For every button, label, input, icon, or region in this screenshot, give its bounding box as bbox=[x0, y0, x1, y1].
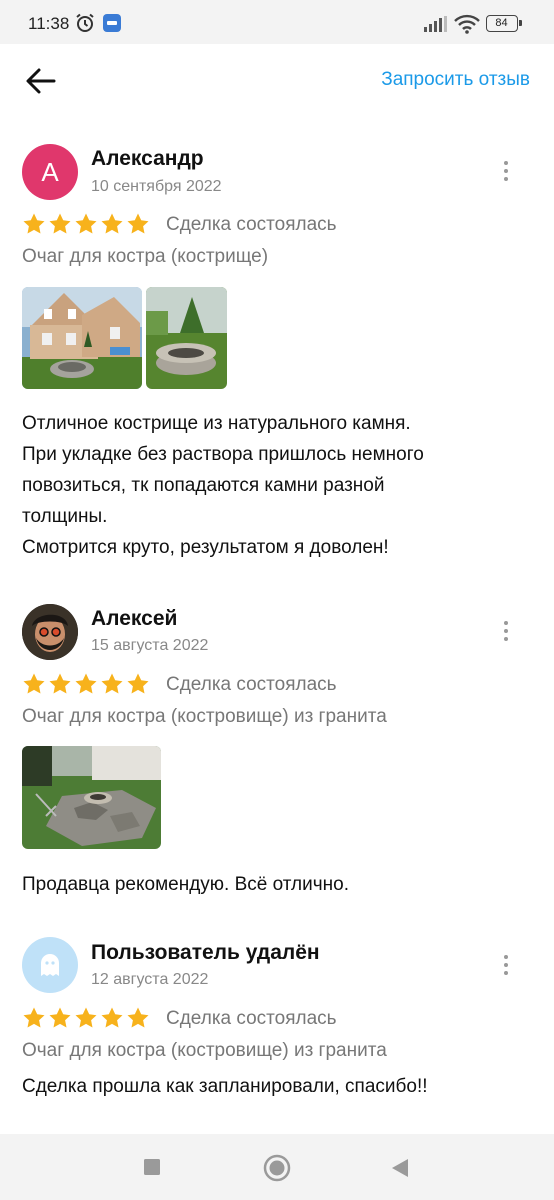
star-icon bbox=[48, 1006, 72, 1030]
review-text: Отличное кострище из натурального камня.… bbox=[22, 408, 532, 563]
signal-icon bbox=[424, 16, 447, 32]
review-date: 12 августа 2022 bbox=[91, 971, 209, 988]
star-icon bbox=[74, 1006, 98, 1030]
alarm-icon bbox=[76, 13, 94, 32]
deal-status: Сделка состоялась bbox=[166, 214, 337, 235]
review-text-line: Отличное кострище из натурального камня. bbox=[22, 413, 411, 434]
star-icon bbox=[126, 1006, 150, 1030]
battery-level: 84 bbox=[495, 17, 508, 29]
star-icon bbox=[48, 672, 72, 696]
review-author[interactable]: Алексей bbox=[91, 607, 177, 631]
review-photo[interactable] bbox=[22, 746, 161, 849]
item-title[interactable]: Очаг для костра (кострище) bbox=[22, 246, 268, 268]
star-icon bbox=[22, 212, 46, 236]
deal-status: Сделка состоялась bbox=[166, 1008, 337, 1029]
battery-icon: 84 bbox=[486, 15, 522, 32]
app-notification-icon bbox=[103, 14, 121, 32]
wifi-icon bbox=[454, 14, 480, 34]
review-text-line: Смотрится круто, результатом я доволен! bbox=[22, 537, 389, 558]
square-icon[interactable] bbox=[143, 1158, 161, 1176]
home-circle-icon[interactable] bbox=[263, 1154, 291, 1182]
arrow-left-icon[interactable] bbox=[24, 66, 58, 96]
star-icon bbox=[100, 1006, 124, 1030]
review-photo[interactable] bbox=[22, 287, 142, 389]
avatar[interactable] bbox=[22, 937, 78, 993]
rating-stars bbox=[22, 212, 150, 240]
status-bar: 11:38 84 bbox=[0, 0, 554, 44]
review-text-line: повозиться, тк попадаются камни разной bbox=[22, 475, 385, 496]
ghost-icon bbox=[41, 954, 59, 976]
review-photo[interactable] bbox=[146, 287, 227, 389]
avatar[interactable]: А bbox=[22, 144, 78, 200]
item-title[interactable]: Очаг для костра (костровище) из гранита bbox=[22, 706, 387, 728]
star-icon bbox=[100, 672, 124, 696]
review-text: Сделка прошла как запланировали, спасибо… bbox=[22, 1076, 428, 1097]
review-author[interactable]: Александр bbox=[91, 147, 204, 171]
more-options-icon[interactable] bbox=[496, 617, 516, 645]
star-icon bbox=[74, 212, 98, 236]
avatar-photo bbox=[22, 604, 78, 660]
star-icon bbox=[48, 212, 72, 236]
status-time: 11:38 bbox=[28, 14, 70, 33]
star-icon bbox=[100, 212, 124, 236]
avatar[interactable] bbox=[22, 604, 78, 660]
rating-stars bbox=[22, 1006, 150, 1034]
more-options-icon[interactable] bbox=[496, 157, 516, 185]
star-icon bbox=[126, 672, 150, 696]
star-icon bbox=[22, 1006, 46, 1030]
review-text: Продавца рекомендую. Всё отлично. bbox=[22, 874, 349, 895]
star-icon bbox=[22, 672, 46, 696]
review-date: 10 сентября 2022 bbox=[91, 178, 222, 195]
star-icon bbox=[126, 212, 150, 236]
back-triangle-icon[interactable] bbox=[391, 1158, 409, 1178]
item-title[interactable]: Очаг для костра (костровище) из гранита bbox=[22, 1040, 387, 1062]
avatar-letter: А bbox=[41, 156, 59, 187]
more-options-icon[interactable] bbox=[496, 951, 516, 979]
star-icon bbox=[74, 672, 98, 696]
review-author[interactable]: Пользователь удалён bbox=[91, 941, 320, 965]
review-date: 15 августа 2022 bbox=[91, 637, 209, 654]
review-text-line: При укладке без раствора пришлось немног… bbox=[22, 444, 424, 465]
top-bar: Запросить отзыв bbox=[0, 44, 554, 116]
request-review-link[interactable]: Запросить отзыв bbox=[381, 69, 530, 91]
system-nav-bar bbox=[0, 1134, 554, 1200]
rating-stars bbox=[22, 672, 150, 700]
review-text-line: толщины. bbox=[22, 506, 108, 527]
deal-status: Сделка состоялась bbox=[166, 674, 337, 695]
